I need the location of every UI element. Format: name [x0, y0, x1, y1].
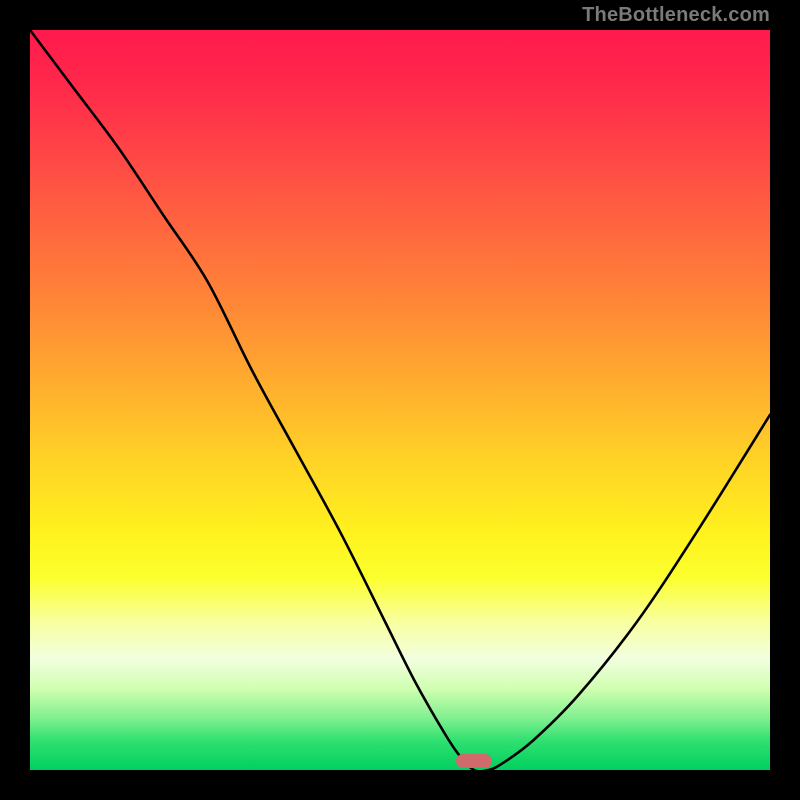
- chart-frame: TheBottleneck.com: [0, 0, 800, 800]
- watermark-text: TheBottleneck.com: [582, 4, 770, 27]
- optimum-marker: [456, 754, 492, 768]
- bottleneck-curve: [30, 30, 770, 770]
- chart-plot-area: [30, 30, 770, 770]
